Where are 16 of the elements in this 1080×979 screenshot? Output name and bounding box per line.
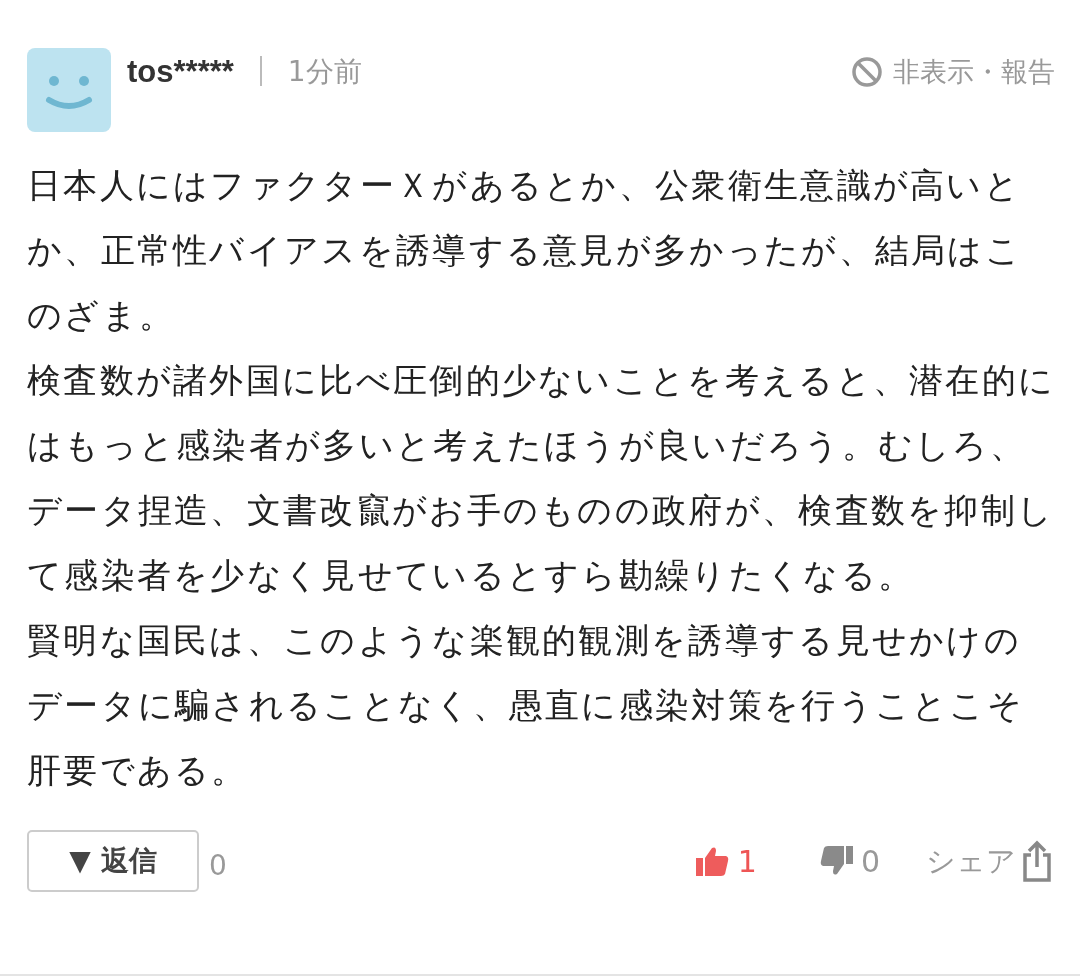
post-time: 1分前 <box>287 54 362 90</box>
comment-paragraph: 検査数が諸外国に比べ圧倒的少ないことを考えると、潜在的にはもっと感染者が多いと考えたほうが良いだろう。むしろ、データ捏造、文書改竄がお手のものの政府が、検査数を抑制して感染者を少なく見せているとすら勘繰りたくなる。 <box>27 360 1057 597</box>
dislike-count: 0 <box>860 843 880 879</box>
comment-paragraph: 賢明な国民は、このような楽観的観測を誘導する見せかけのデータに騙されることなく、愚直に感染対策を行うことこそ肝要である。 <box>27 620 1026 792</box>
reply-button[interactable]: ▼ 返信 <box>27 830 199 892</box>
thumbs-up-icon[interactable] <box>693 845 730 877</box>
block-icon <box>851 56 883 88</box>
user-name: tos***** <box>127 54 234 90</box>
hide-report-link[interactable]: 非表示・報告 <box>851 54 1055 90</box>
avatar-icon <box>27 48 111 132</box>
reply-count: 0 <box>209 848 227 882</box>
comment-paragraph: 日本人にはファクターＸがあるとか、公衆衛生意識が高いとか、正常性バイアスを誘導する意見が多かったが、結局はこのざま。 <box>27 165 1024 337</box>
like-count: 1 <box>737 843 757 879</box>
share-button[interactable]: シェア <box>926 840 1052 882</box>
thumbs-down-icon[interactable] <box>818 845 855 877</box>
share-icon <box>1022 840 1052 882</box>
